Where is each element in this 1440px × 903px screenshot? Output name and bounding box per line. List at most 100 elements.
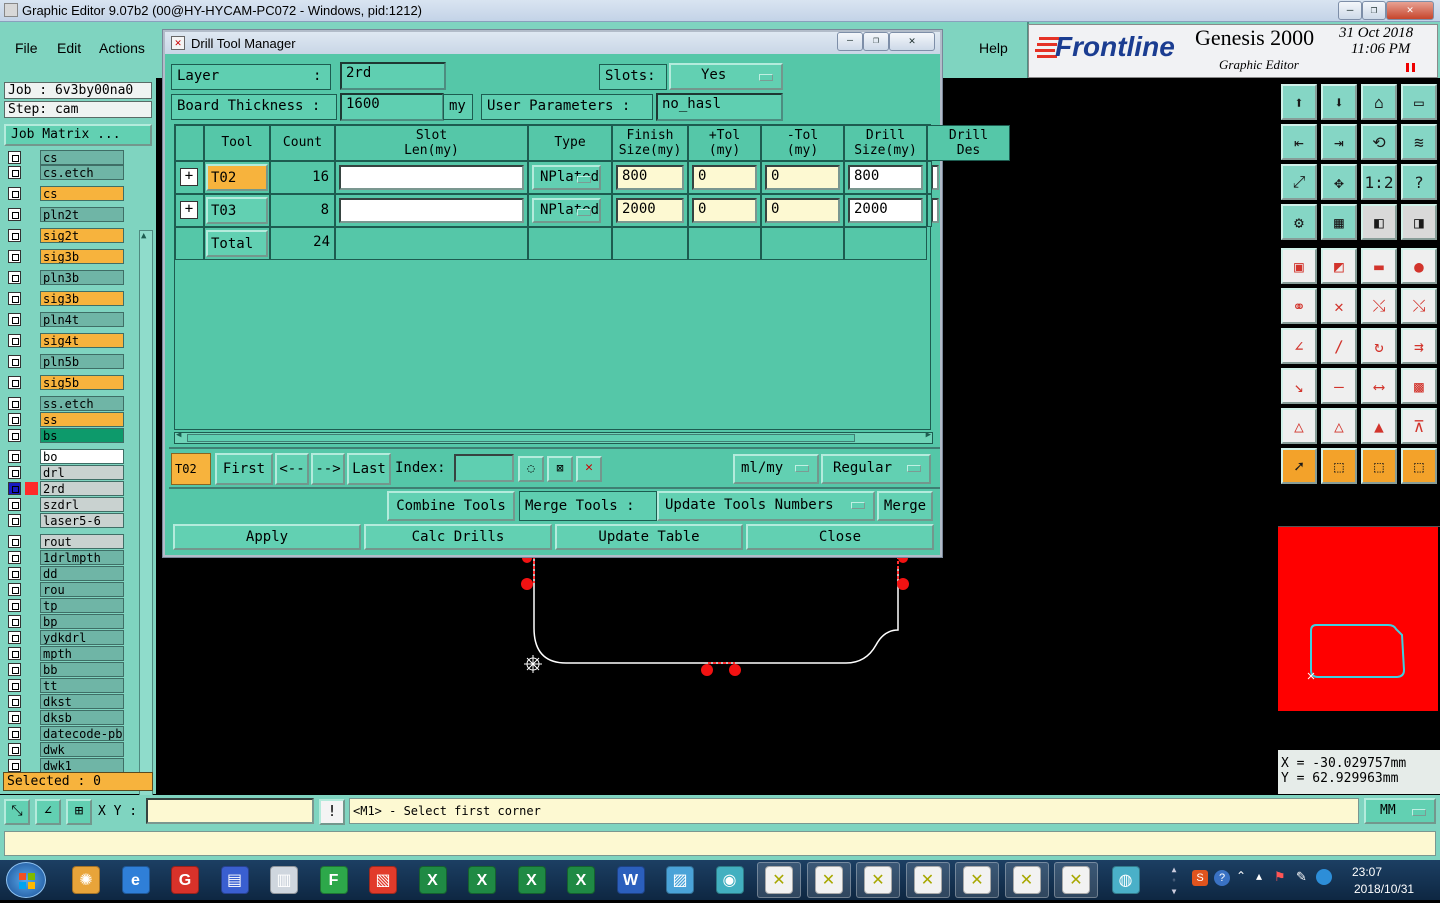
layer-row[interactable]: ss <box>6 412 124 427</box>
menu-actions[interactable]: Actions <box>99 40 145 56</box>
tray-chevron-icon[interactable]: ⌃ <box>1236 869 1246 883</box>
snap-icon[interactable]: ≋ <box>1401 124 1437 160</box>
layer-row[interactable]: sig5b <box>6 375 124 390</box>
layer-checkbox[interactable] <box>8 271 21 284</box>
graphic-editor-icon-5[interactable]: ✕ <box>955 862 999 898</box>
apply-button[interactable]: Apply <box>173 524 361 550</box>
image-viewer-icon[interactable]: ▨ <box>658 862 702 898</box>
layer-select-icon[interactable]: ◨ <box>1401 204 1437 240</box>
hscroll-thumb[interactable] <box>187 434 855 442</box>
tray-up-icon[interactable]: ▴ <box>1256 869 1262 883</box>
hscroll-right-icon[interactable]: ▶ <box>926 430 931 440</box>
tray-pen-icon[interactable]: ✎ <box>1296 869 1307 885</box>
excel-icon-4[interactable]: X <box>559 862 603 898</box>
graphic-editor-icon-3[interactable]: ✕ <box>856 862 900 898</box>
layer-checkbox[interactable] <box>8 695 21 708</box>
layer-checkbox[interactable] <box>8 397 21 410</box>
layer-checkbox[interactable] <box>8 466 21 479</box>
scroll-up-icon[interactable]: ▲ <box>141 231 151 243</box>
pdf-icon[interactable]: ▧ <box>361 862 405 898</box>
tool-cell[interactable]: T02 <box>206 164 268 191</box>
type-select[interactable]: NPlated <box>532 198 602 223</box>
update-table-button[interactable]: Update Table <box>555 524 743 550</box>
units-select[interactable]: ml/my <box>733 454 819 484</box>
dot-icon[interactable]: ● <box>1401 248 1437 284</box>
graphic-editor-icon-1[interactable]: ✕ <box>757 862 801 898</box>
one-to-one-icon[interactable]: 1:2 <box>1361 164 1397 200</box>
layer-row[interactable]: bs <box>6 428 124 443</box>
layer-row[interactable]: pln3b <box>6 270 124 285</box>
excel-icon-3[interactable]: X <box>510 862 554 898</box>
alert-icon[interactable]: ! <box>319 799 345 825</box>
net-app-icon[interactable]: ◍ <box>1104 862 1148 898</box>
command-input[interactable] <box>4 831 1436 856</box>
select-pointer-icon[interactable]: ⬚ <box>1321 448 1357 484</box>
user-parameters-input[interactable]: no_hasl <box>656 93 783 121</box>
ie-icon[interactable]: e <box>114 862 158 898</box>
rotate-icon[interactable]: ↻ <box>1361 328 1397 364</box>
mini-map[interactable] <box>1278 526 1440 711</box>
layer-row[interactable]: dd <box>6 566 124 581</box>
layer-row[interactable]: sig4t <box>6 333 124 348</box>
ruler-icon[interactable]: ▬ <box>1361 248 1397 284</box>
lightbulb-icon[interactable]: ◌ <box>518 456 544 482</box>
layer-checkbox[interactable] <box>8 229 21 242</box>
calc-drills-button[interactable]: Calc Drills <box>364 524 552 550</box>
dialog-close-icon[interactable]: ✕ <box>889 32 935 51</box>
ptol-input[interactable]: 0 <box>692 198 757 223</box>
close-button[interactable]: Close <box>746 524 934 550</box>
export-icon[interactable]: ⇥ <box>1321 124 1357 160</box>
route-icon[interactable]: ⬚ <box>1401 448 1437 484</box>
layer-checkbox[interactable] <box>8 535 21 548</box>
layer-checkbox[interactable] <box>8 679 21 692</box>
units-dropdown[interactable]: MM <box>1364 798 1436 824</box>
layer-row[interactable]: bp <box>6 614 124 629</box>
tray-help-icon[interactable]: ? <box>1214 870 1230 886</box>
arc-point-icon[interactable]: ⤯ <box>1401 288 1437 324</box>
help-icon[interactable]: ? <box>1401 164 1437 200</box>
layer-input[interactable]: 2rd <box>340 62 446 90</box>
layer-checkbox[interactable] <box>8 551 21 564</box>
table-hscrollbar[interactable]: ◀ ▶ <box>174 430 933 444</box>
window-icon[interactable]: ▭ <box>1401 84 1437 120</box>
layer-row[interactable]: cs <box>6 150 124 165</box>
layer-checkbox[interactable] <box>8 187 21 200</box>
update-tools-numbers-select[interactable]: Update Tools Numbers <box>657 491 875 521</box>
layer-checkbox[interactable] <box>8 647 21 660</box>
layer-checkbox[interactable] <box>8 743 21 756</box>
flip-icon[interactable]: ⇉ <box>1401 328 1437 364</box>
connect-icon[interactable]: ⚭ <box>1281 288 1317 324</box>
home-icon[interactable]: ⌂ <box>1361 84 1397 120</box>
fit-screen-icon[interactable]: ⤢ <box>1281 164 1317 200</box>
layer-checkbox[interactable] <box>8 663 21 676</box>
filter-icon[interactable]: ⚙ <box>1281 204 1317 240</box>
tray-s-icon[interactable]: S <box>1192 870 1208 886</box>
line-point-icon[interactable]: ⤯ <box>1361 288 1397 324</box>
pad-icon[interactable]: ▣ <box>1281 248 1317 284</box>
erase-icon[interactable]: ◩ <box>1321 248 1357 284</box>
line-icon[interactable]: — <box>1321 368 1357 404</box>
layer-row[interactable]: laser5-6 <box>6 513 124 528</box>
layer-checkbox[interactable] <box>8 482 21 495</box>
layer-row[interactable]: 1drlmpth <box>6 550 124 565</box>
layer-row[interactable]: rou <box>6 582 124 597</box>
tool-cell[interactable]: T03 <box>206 197 268 224</box>
layer-row[interactable]: ydkdrl <box>6 630 124 645</box>
finish-input[interactable]: 2000 <box>616 198 684 223</box>
layer-row[interactable]: sig3b <box>6 249 124 264</box>
layer-checkbox[interactable] <box>8 583 21 596</box>
word-icon[interactable]: W <box>609 862 653 898</box>
mtol-input[interactable]: 0 <box>765 198 840 223</box>
delete-icon[interactable]: ✕ <box>576 456 602 482</box>
menu-file[interactable]: File <box>15 40 38 56</box>
layer-row[interactable]: drl <box>6 465 124 480</box>
grid-icon[interactable]: ▦ <box>1321 204 1357 240</box>
layer-checkbox[interactable] <box>8 567 21 580</box>
drill-input[interactable]: 2000 <box>848 198 923 223</box>
graphic-editor-icon-7[interactable]: ✕ <box>1054 862 1098 898</box>
layer-row[interactable]: dksb <box>6 710 124 725</box>
board-thickness-input[interactable]: 1600 <box>340 93 444 121</box>
excel-icon-2[interactable]: X <box>460 862 504 898</box>
layer-row[interactable]: 2rd <box>6 481 124 496</box>
diagonal-icon[interactable]: ∕ <box>1321 328 1357 364</box>
